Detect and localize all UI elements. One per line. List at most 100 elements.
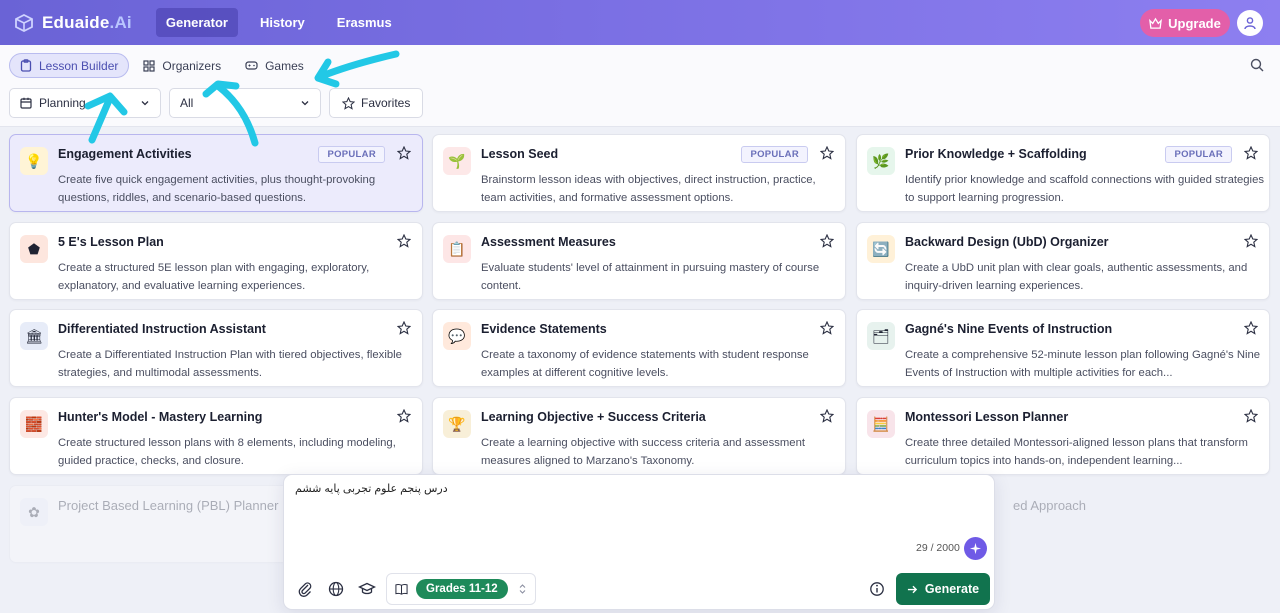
tool-card[interactable]: 🏛 Differentiated Instruction Assistant Cre… — [9, 309, 423, 387]
trophy-icon: 🏆 — [443, 410, 471, 438]
paperclip-icon[interactable] — [296, 580, 314, 598]
tool-card-title: Backward Design (UbD) Organizer — [905, 235, 1109, 249]
lightbulb-icon: 💡 — [20, 147, 48, 175]
tool-card-title: Gagné's Nine Events of Instruction — [905, 322, 1113, 336]
favorite-star-icon[interactable] — [820, 321, 834, 335]
tool-card-description: Brainstorm lesson ideas with objectives,… — [481, 174, 816, 204]
grade-selector[interactable]: Grades 11-12 — [386, 573, 536, 605]
tab-label: Lesson Builder — [39, 58, 119, 73]
pentagon-icon: ⬟ — [20, 235, 48, 263]
favorite-star-icon[interactable] — [397, 321, 411, 335]
tool-card[interactable]: 💬 Evidence Statements Create a taxonomy of… — [432, 309, 846, 387]
tool-card-description: Identify prior knowledge and scaffold co… — [905, 174, 1265, 204]
tool-card-description: Create a structured 5E lesson plan with … — [58, 262, 370, 292]
tool-card-title: ed Approach — [1013, 498, 1087, 513]
tool-card-title: Evidence Statements — [481, 322, 607, 336]
favorite-star-icon[interactable] — [1244, 234, 1258, 248]
tool-card[interactable]: 💡 Engagement Activities Create five quick … — [9, 134, 423, 212]
favorites-button[interactable]: Favorites — [329, 88, 424, 118]
tool-card-title: Differentiated Instruction Assistant — [58, 322, 266, 336]
sparkle-icon — [969, 542, 982, 555]
favorite-star-icon[interactable] — [397, 409, 411, 423]
cycle-icon: 🔄 — [867, 235, 895, 263]
user-menu-button[interactable] — [1237, 10, 1263, 36]
tool-card-title: Lesson Seed — [481, 147, 559, 161]
logo-icon — [14, 13, 34, 33]
abacus-icon: 🧮 — [867, 410, 895, 438]
tool-card-title: Learning Objective + Success Criteria — [481, 410, 706, 424]
user-icon — [1244, 17, 1256, 30]
tool-card-description: Create a taxonomy of evidence statements… — [481, 349, 809, 379]
tool-card-title: Montessori Lesson Planner — [905, 410, 1069, 424]
speech-icon: 💬 — [443, 322, 471, 350]
prompt-input[interactable]: درس پنجم علوم تجربی پایه ششم — [295, 482, 985, 495]
tool-filter-bar: Lesson Builder Organizers Games Planning… — [0, 45, 1280, 127]
tool-card[interactable]: 🧮 Montessori Lesson Planner Create three d… — [856, 397, 1270, 475]
favorite-star-icon[interactable] — [397, 146, 411, 160]
tool-card-title: Hunter's Model - Mastery Learning — [58, 410, 263, 424]
subcategory-value: All — [180, 96, 194, 110]
book-icon — [395, 584, 408, 595]
nav-history[interactable]: History — [250, 8, 315, 37]
tool-card-description: Create a learning objective with success… — [481, 437, 805, 467]
globe-icon[interactable] — [327, 580, 345, 598]
tool-card[interactable]: 📋 Assessment Measures Evaluate students' l… — [432, 222, 846, 300]
favorite-star-icon[interactable] — [820, 409, 834, 423]
popular-badge: POPULAR — [741, 146, 808, 163]
tool-card[interactable]: 🏆 Learning Objective + Success Criteria Cr… — [432, 397, 846, 475]
calendar-icon — [20, 97, 32, 109]
tool-card[interactable]: 🗂 Gagné's Nine Events of Instruction Creat… — [856, 309, 1270, 387]
hierarchy-icon: 🏛 — [20, 322, 48, 350]
tool-card-description: Create three detailed Montessori-aligned… — [905, 437, 1248, 467]
tool-card-description: Evaluate students' level of attainment i… — [481, 262, 820, 292]
crown-icon — [1149, 17, 1163, 29]
tool-card-title: Engagement Activities — [58, 147, 192, 161]
chevron-down-icon — [141, 101, 149, 106]
tab-lesson-builder[interactable]: Lesson Builder — [9, 53, 130, 78]
tool-card[interactable]: 🧱 Hunter's Model - Mastery Learning Create… — [9, 397, 423, 475]
top-navbar: Eduaide.Ai Generator History Erasmus — [0, 0, 1280, 45]
tab-label: Games — [265, 58, 304, 73]
tool-card-description: Create a comprehensive 52-minute lesson … — [905, 349, 1261, 379]
favorite-star-icon[interactable] — [820, 234, 834, 248]
favorite-star-icon[interactable] — [820, 146, 834, 160]
favorite-star-icon[interactable] — [1244, 321, 1258, 335]
tool-card-description: Create structured lesson plans with 8 el… — [58, 437, 396, 467]
graduation-cap-icon[interactable] — [358, 580, 376, 598]
favorite-star-icon[interactable] — [1244, 146, 1258, 160]
tab-games[interactable]: Games — [235, 53, 314, 78]
arrow-right-icon — [907, 585, 918, 593]
subcategory-select[interactable]: All — [169, 88, 321, 118]
nav-erasmus[interactable]: Erasmus — [327, 8, 402, 37]
favorite-star-icon[interactable] — [1244, 409, 1258, 423]
tab-label: Organizers — [162, 58, 222, 73]
favorite-star-icon[interactable] — [397, 234, 411, 248]
generate-button[interactable]: Generate — [896, 573, 990, 605]
chevron-updown-icon — [519, 584, 526, 594]
category-select[interactable]: Planning — [9, 88, 161, 118]
nav-generator[interactable]: Generator — [155, 8, 238, 37]
grade-badge: Grades 11-12 — [416, 579, 508, 599]
enhance-prompt-button[interactable] — [964, 537, 987, 560]
clipboard-icon — [20, 59, 32, 72]
tool-card-title: Prior Knowledge + Scaffolding — [905, 147, 1087, 161]
blocks-icon: 🧱 — [20, 410, 48, 438]
category-value: Planning — [39, 96, 86, 110]
gamepad-icon — [245, 61, 258, 70]
plant-icon: 🌿 — [867, 147, 895, 175]
logo[interactable]: Eduaide.Ai — [14, 13, 132, 33]
tool-card[interactable]: 🔄 Backward Design (UbD) Organizer Create a… — [856, 222, 1270, 300]
tab-organizers[interactable]: Organizers — [133, 53, 231, 78]
info-icon[interactable] — [868, 580, 886, 598]
tool-card[interactable]: ⬟ 5 E's Lesson Plan Create a structured 5E… — [9, 222, 423, 300]
favorites-label: Favorites — [361, 96, 411, 110]
logo-suffix: .Ai — [109, 12, 132, 32]
generate-label: Generate — [924, 582, 980, 596]
tool-card-title: Project Based Learning (PBL) Planner — [58, 498, 279, 513]
upgrade-button[interactable]: Upgrade — [1140, 9, 1230, 37]
tool-card[interactable]: 🌱 Lesson Seed Brainstorm lesson ideas with… — [432, 134, 846, 212]
tool-card-description: Create five quick engagement activities,… — [58, 174, 376, 204]
search-icon[interactable] — [1249, 57, 1265, 73]
tool-card[interactable]: 🌿 Prior Knowledge + Scaffolding Identify p… — [856, 134, 1270, 212]
character-counter: 29 / 2000 — [916, 542, 960, 554]
